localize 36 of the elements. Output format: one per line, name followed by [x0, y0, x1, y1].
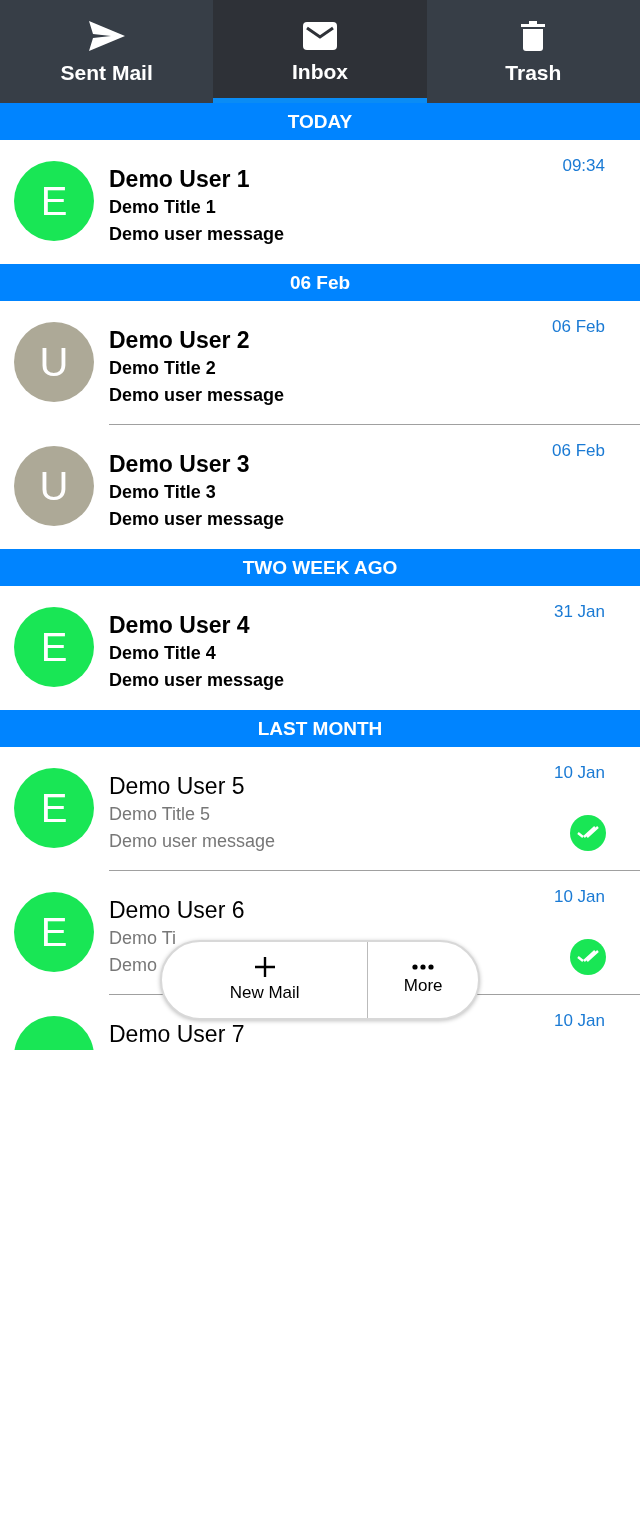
mail-preview: Demo user message: [109, 384, 285, 407]
sender-name: Demo User 1: [109, 165, 250, 194]
mail-preview: Demo user message: [109, 830, 276, 853]
mail-date: 09:34: [562, 156, 605, 176]
section-header: TWO WEEK AGO: [0, 549, 640, 586]
mail-date: 10 Jan: [553, 763, 605, 783]
sender-name: Demo User 2: [109, 326, 250, 355]
mail-subject: Demo Title 4: [109, 642, 216, 665]
mail-preview: Demo: [109, 954, 157, 977]
section-header: 06 Feb: [0, 264, 640, 301]
sender-name: Demo User 6: [109, 896, 245, 925]
mail-subject: Demo Ti: [109, 927, 177, 950]
mail-date: 31 Jan: [553, 602, 605, 622]
avatar: E: [14, 607, 94, 687]
mail-date: 06 Feb: [552, 317, 605, 337]
mail-date: 10 Jan: [553, 887, 605, 907]
avatar: U: [14, 446, 94, 526]
avatar: E: [14, 892, 94, 972]
mail-preview: Demo user message: [109, 223, 285, 246]
mail-subject: Demo Title 1: [109, 196, 216, 219]
sender-name: Demo User 4: [109, 611, 250, 640]
section-header: LAST MONTH: [0, 710, 640, 747]
mail-date: 06 Feb: [552, 441, 605, 461]
avatar: U: [14, 322, 94, 402]
sender-name: Demo User 5: [109, 772, 245, 801]
sender-name: Demo User 7: [109, 1020, 245, 1049]
sender-name: Demo User 3: [109, 450, 250, 479]
mail-subject: Demo Title 2: [109, 357, 216, 380]
avatar: E: [14, 161, 94, 241]
mail-date: 10 Jan: [553, 1011, 605, 1031]
mail-subject: Demo Title 3: [109, 481, 216, 504]
mail-subject: Demo Title 5: [109, 803, 211, 826]
mail-preview: Demo user message: [109, 669, 285, 692]
mail-preview: Demo user message: [109, 508, 285, 531]
avatar: E: [14, 768, 94, 848]
section-header: TODAY: [0, 103, 640, 140]
